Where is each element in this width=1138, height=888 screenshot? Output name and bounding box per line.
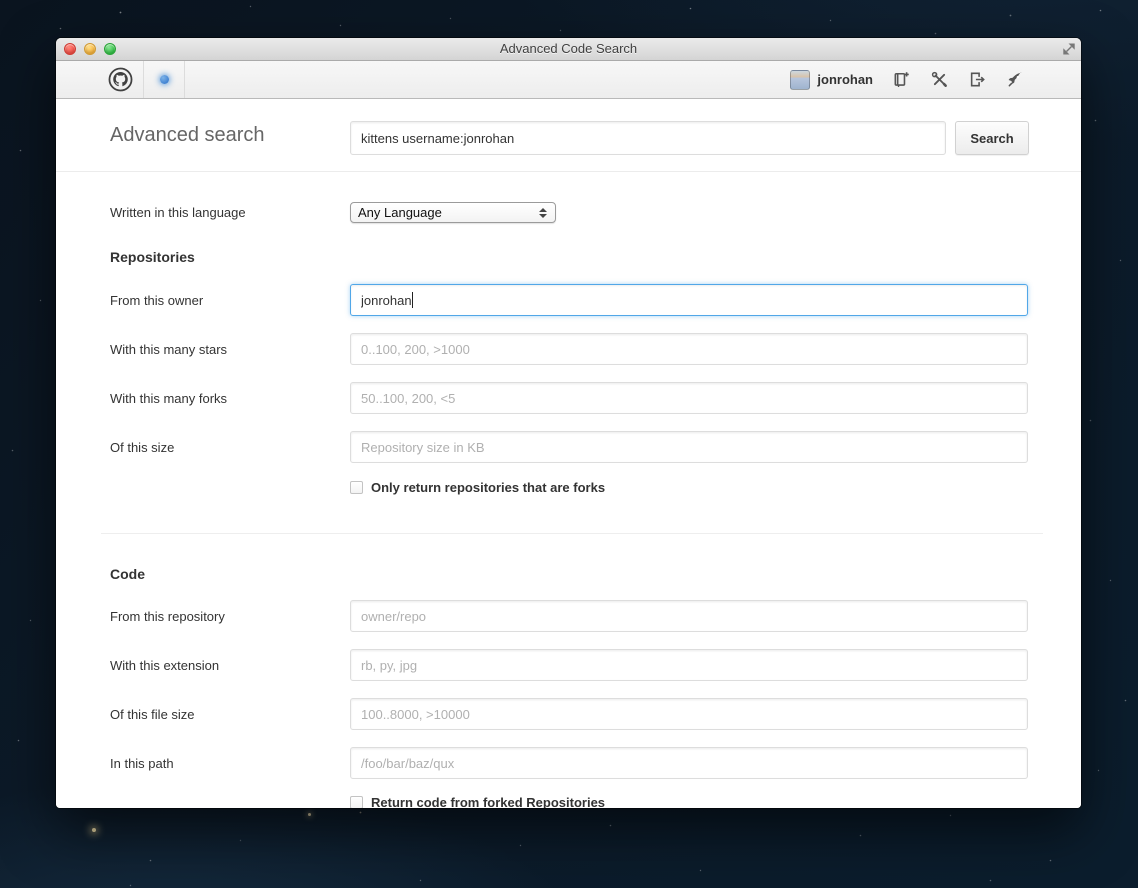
username[interactable]: jonrohan: [817, 72, 873, 87]
rocket-icon[interactable]: [1006, 70, 1025, 89]
resize-icon[interactable]: [1062, 42, 1076, 56]
window-title: Advanced Code Search: [499, 41, 638, 56]
forked-code-checkbox[interactable]: [350, 796, 363, 808]
app-window: Advanced Code Search jonrohan Advanced s…: [56, 38, 1081, 808]
notification-dot-icon[interactable]: [159, 75, 169, 84]
stars-input[interactable]: [350, 333, 1028, 365]
owner-label: From this owner: [110, 293, 204, 308]
github-logo-icon[interactable]: [108, 67, 133, 92]
github-header: jonrohan: [56, 61, 1081, 99]
create-repo-icon[interactable]: [892, 70, 911, 89]
forks-only-checkbox[interactable]: [350, 481, 363, 494]
search-button[interactable]: Search: [955, 121, 1029, 155]
section-divider: [56, 171, 1081, 172]
titlebar[interactable]: Advanced Code Search: [56, 38, 1081, 61]
search-input[interactable]: [350, 121, 946, 155]
zoom-button[interactable]: [104, 43, 116, 55]
select-stepper-icon: [539, 207, 547, 218]
repository-input[interactable]: [350, 600, 1028, 632]
starfield-background: [0, 0, 1, 1]
repository-label: From this repository: [110, 609, 225, 624]
language-label: Written in this language: [110, 205, 246, 220]
owner-input[interactable]: [350, 284, 1028, 316]
user-menu[interactable]: jonrohan: [790, 69, 873, 90]
forks-input[interactable]: [350, 382, 1028, 414]
bright-star: [308, 813, 311, 816]
path-label: In this path: [110, 756, 174, 771]
forked-code-checkbox-label[interactable]: Return code from forked Repositories: [371, 795, 605, 808]
minimize-button[interactable]: [84, 43, 96, 55]
language-select[interactable]: Any Language: [350, 202, 556, 223]
file-size-label: Of this file size: [110, 707, 195, 722]
close-button[interactable]: [64, 43, 76, 55]
file-size-input[interactable]: [350, 698, 1028, 730]
path-input[interactable]: [350, 747, 1028, 779]
extension-input[interactable]: [350, 649, 1028, 681]
code-heading: Code: [110, 566, 145, 582]
language-select-value: Any Language: [358, 205, 442, 220]
avatar[interactable]: [790, 69, 811, 90]
text-caret: [412, 292, 413, 308]
page-content: Advanced search Search Written in this l…: [56, 99, 1081, 808]
notification-cell[interactable]: [143, 61, 185, 98]
repo-size-input[interactable]: [350, 431, 1028, 463]
tools-icon[interactable]: [930, 70, 949, 89]
repositories-heading: Repositories: [110, 249, 195, 265]
sign-out-icon[interactable]: [968, 70, 987, 89]
extension-label: With this extension: [110, 658, 220, 673]
forks-only-checkbox-label[interactable]: Only return repositories that are forks: [371, 480, 605, 495]
bright-star: [92, 828, 96, 832]
forks-label: With this many forks: [110, 391, 228, 406]
section-divider: [101, 533, 1043, 534]
page-title: Advanced search: [110, 124, 265, 146]
repo-size-label: Of this size: [110, 440, 175, 455]
stars-label: With this many stars: [110, 342, 228, 357]
